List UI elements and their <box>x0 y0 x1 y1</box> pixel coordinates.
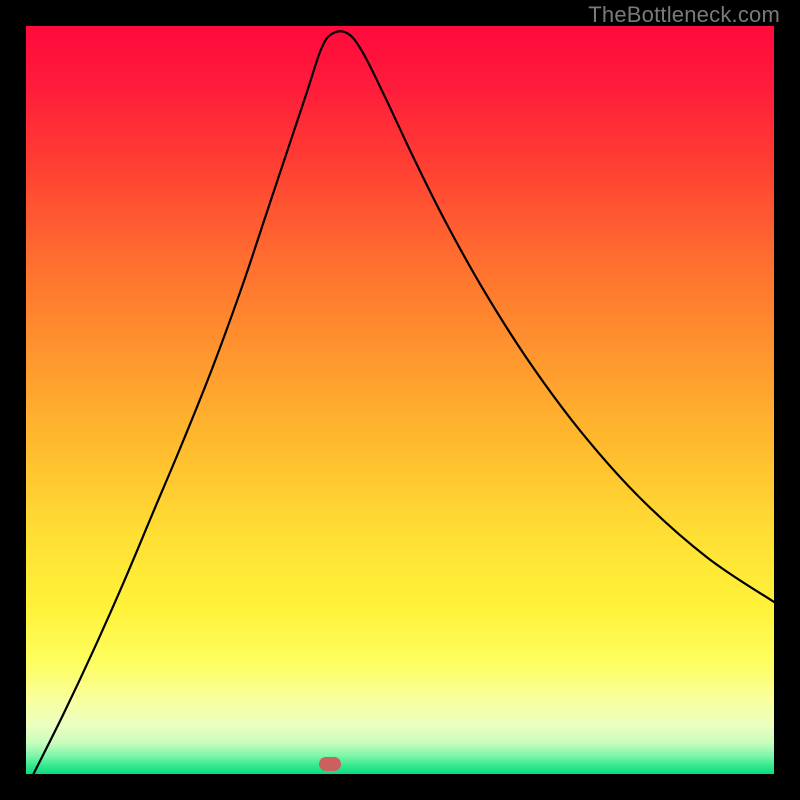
chart-frame: TheBottleneck.com <box>0 0 800 800</box>
attribution-label: TheBottleneck.com <box>588 2 780 28</box>
plot-area <box>26 26 774 774</box>
bottleneck-curve <box>26 26 774 774</box>
optimal-marker-icon <box>319 757 341 771</box>
